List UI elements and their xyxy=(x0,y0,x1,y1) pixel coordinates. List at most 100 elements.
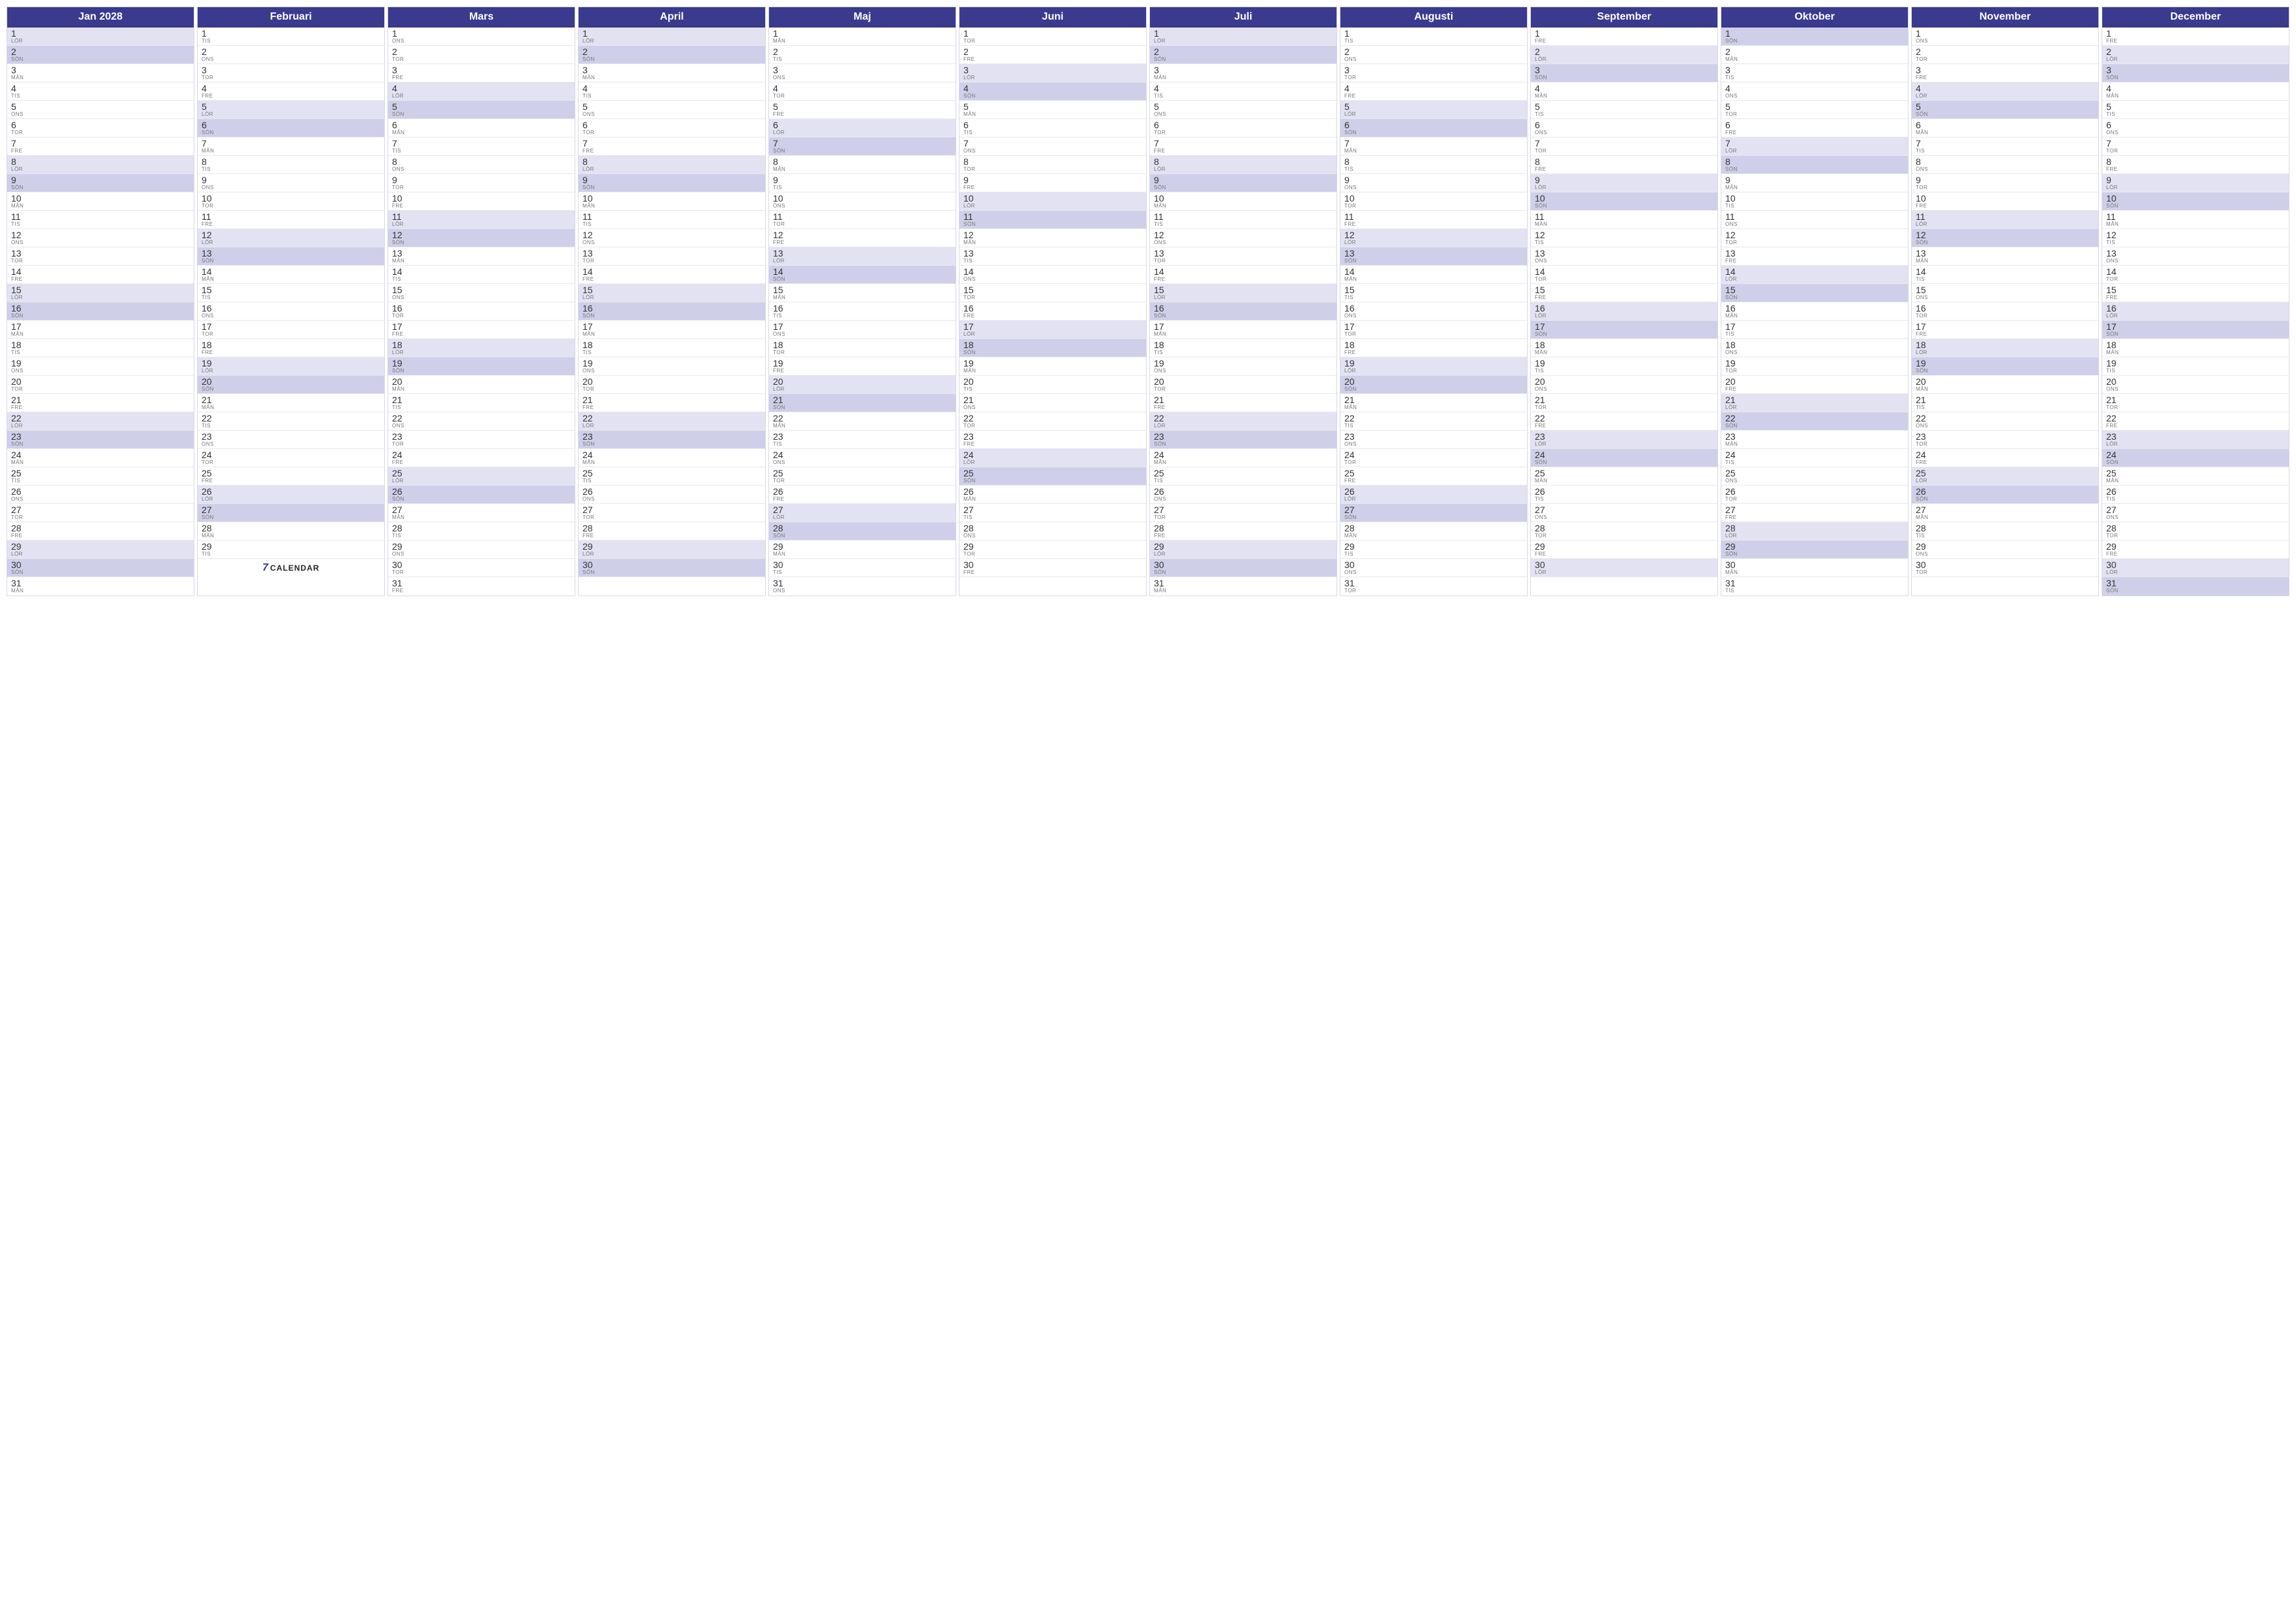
day-weekday: MÅN xyxy=(202,277,380,282)
day-weekday: ONS xyxy=(1154,240,1333,245)
day-weekday: SÖN xyxy=(202,515,380,520)
day-cell: 7FRE xyxy=(579,137,765,156)
day-number: 19 xyxy=(11,359,190,368)
day-number: 10 xyxy=(1916,194,2094,203)
day-number: 1 xyxy=(2106,29,2285,38)
day-weekday: LÖR xyxy=(773,387,952,392)
day-weekday: SÖN xyxy=(773,405,952,410)
day-weekday: TOR xyxy=(1535,149,1713,154)
day-cell: 21TIS xyxy=(1912,394,2098,412)
day-weekday: ONS xyxy=(1344,313,1523,319)
day-number: 18 xyxy=(2106,340,2285,349)
day-number: 4 xyxy=(1725,84,1904,93)
day-cell: 5TOR xyxy=(1721,101,1908,119)
day-number: 7 xyxy=(963,139,1142,148)
day-weekday: MÅN xyxy=(1154,204,1333,209)
day-weekday: ONS xyxy=(202,185,380,190)
day-number: 5 xyxy=(392,102,571,111)
day-number: 28 xyxy=(2106,524,2285,533)
day-number: 5 xyxy=(1725,102,1904,111)
day-cell: 29MÅN xyxy=(769,541,956,559)
day-number: 23 xyxy=(1725,432,1904,441)
day-weekday: TIS xyxy=(1725,460,1904,465)
day-weekday: MÅN xyxy=(963,368,1142,374)
day-cell: 16ONS xyxy=(1340,302,1527,321)
day-cell: 1LÖR xyxy=(7,27,194,46)
day-weekday: TOR xyxy=(1725,497,1904,502)
day-cell: 20SÖN xyxy=(198,376,384,394)
day-cell: 1LÖR xyxy=(1150,27,1336,46)
day-cell: 16TOR xyxy=(388,302,575,321)
day-number: 29 xyxy=(2106,542,2285,551)
day-cell: 28FRE xyxy=(579,522,765,541)
day-cell: 6ONS xyxy=(2102,119,2289,137)
day-cell: 11MÅN xyxy=(1531,211,1717,229)
day-cell: 27SÖN xyxy=(198,504,384,522)
day-cell: 26ONS xyxy=(579,486,765,504)
day-cell: 24FRE xyxy=(1912,449,2098,467)
day-weekday: SÖN xyxy=(1154,185,1333,190)
day-cell: 29TOR xyxy=(960,541,1146,559)
day-number: 31 xyxy=(392,579,571,588)
day-weekday: FRE xyxy=(11,149,190,154)
day-weekday: TOR xyxy=(963,295,1142,300)
day-number: 23 xyxy=(1154,432,1333,441)
day-number: 17 xyxy=(2106,322,2285,331)
day-weekday: TOR xyxy=(11,515,190,520)
day-number: 11 xyxy=(392,212,571,221)
day-number: 5 xyxy=(583,102,761,111)
day-number: 24 xyxy=(963,450,1142,459)
days-list: 1SÖN2MÅN3TIS4ONS5TOR6FRE7LÖR8SÖN9MÅN10TI… xyxy=(1721,27,1908,596)
day-number: 19 xyxy=(1344,359,1523,368)
day-cell: 19SÖN xyxy=(388,357,575,376)
day-number: 22 xyxy=(773,414,952,423)
day-cell: 3MÅN xyxy=(7,64,194,82)
day-weekday: TOR xyxy=(773,478,952,484)
day-weekday: ONS xyxy=(392,167,571,172)
month-header: Mars xyxy=(388,7,575,27)
day-weekday: TIS xyxy=(1916,405,2094,410)
day-cell: 15TOR xyxy=(960,284,1146,302)
day-weekday: SÖN xyxy=(1725,39,1904,44)
day-number: 1 xyxy=(1344,29,1523,38)
day-number: 20 xyxy=(392,377,571,386)
day-weekday: MÅN xyxy=(392,259,571,264)
day-cell: 31FRE xyxy=(388,577,575,596)
day-cell: 1MÅN xyxy=(769,27,956,46)
day-weekday: SÖN xyxy=(11,442,190,447)
day-weekday: MÅN xyxy=(1916,259,2094,264)
day-number: 20 xyxy=(1535,377,1713,386)
day-weekday: TOR xyxy=(1344,75,1523,80)
day-number: 27 xyxy=(1154,505,1333,514)
day-cell: 8TIS xyxy=(1340,156,1527,174)
day-number: 1 xyxy=(773,29,952,38)
day-weekday: SÖN xyxy=(1344,387,1523,392)
day-number: 25 xyxy=(392,469,571,478)
day-number: 13 xyxy=(583,249,761,258)
day-weekday: MÅN xyxy=(1344,149,1523,154)
day-number: 29 xyxy=(1916,542,2094,551)
day-weekday: TOR xyxy=(392,442,571,447)
day-number: 12 xyxy=(2106,230,2285,240)
day-number: 21 xyxy=(2106,395,2285,404)
day-number: 6 xyxy=(583,120,761,130)
day-cell: 14FRE xyxy=(579,266,765,284)
day-number: 2 xyxy=(583,47,761,56)
day-cell: 2ONS xyxy=(1340,46,1527,64)
day-weekday: FRE xyxy=(773,368,952,374)
day-number: 21 xyxy=(202,395,380,404)
day-number: 20 xyxy=(202,377,380,386)
day-number: 7 xyxy=(773,139,952,148)
day-cell: 17SÖN xyxy=(1531,321,1717,339)
day-cell: 9SÖN xyxy=(7,174,194,192)
day-number: 30 xyxy=(963,560,1142,569)
day-cell: 21SÖN xyxy=(769,394,956,412)
day-cell: 23TIS xyxy=(769,431,956,449)
days-list: 1ONS2TOR3FRE4LÖR5SÖN6MÅN7TIS8ONS9TOR10FR… xyxy=(388,27,575,596)
day-cell: 4TIS xyxy=(579,82,765,101)
day-weekday: MÅN xyxy=(963,240,1142,245)
day-cell: 26SÖN xyxy=(1912,486,2098,504)
day-weekday: TOR xyxy=(963,39,1142,44)
day-number: 14 xyxy=(1916,267,2094,276)
day-number: 25 xyxy=(1725,469,1904,478)
